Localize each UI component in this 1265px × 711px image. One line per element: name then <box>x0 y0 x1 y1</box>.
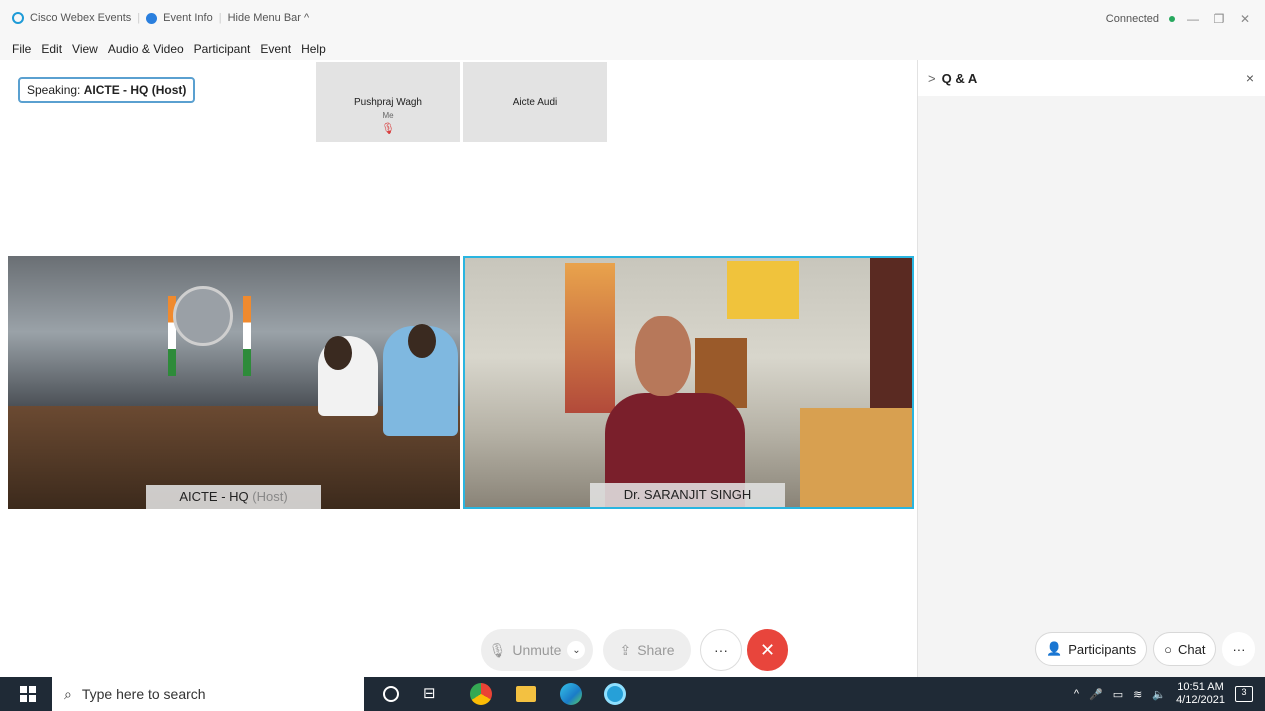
chrome-icon[interactable] <box>470 683 492 705</box>
webex-logo-icon <box>12 12 24 24</box>
menu-view[interactable]: View <box>72 42 98 56</box>
active-speaker-label: Speaking: AICTE - HQ (Host) <box>18 77 196 103</box>
thumbnail-me-label: Me <box>382 111 394 120</box>
participants-button[interactable]: 👤 Participants <box>1035 632 1148 666</box>
file-explorer-icon[interactable] <box>516 686 536 702</box>
show-hidden-icons-icon[interactable]: ^ <box>1074 688 1079 700</box>
share-button[interactable]: ⇪ Share <box>603 629 691 671</box>
connection-status: Connected <box>1105 13 1159 25</box>
chevron-down-icon[interactable]: ⌄ <box>567 641 586 659</box>
windows-taskbar: ⌕ Type here to search ⊟ ^ 🎤 ▭ ≋ 🔈 10:51 … <box>0 677 1265 711</box>
taskbar-search-input[interactable]: ⌕ Type here to search <box>52 677 364 711</box>
poster-image <box>727 261 799 319</box>
title-bar: Cisco Webex Events | Event Info | Hide M… <box>0 0 1265 38</box>
restore-button[interactable]: ❐ <box>1211 12 1227 26</box>
cortana-icon[interactable] <box>383 686 399 702</box>
participant-thumbnail[interactable]: Pushpraj Wagh Me 🎙 <box>316 62 460 142</box>
volume-icon[interactable]: 🔈 <box>1152 688 1166 701</box>
video-name-tag: Dr. SARANJIT SINGH <box>590 483 785 507</box>
qa-panel-title: Q & A <box>941 70 978 86</box>
qa-panel-header: > Q & A × <box>918 60 1265 96</box>
expand-chevron-icon[interactable]: > <box>928 71 936 86</box>
notification-center-icon[interactable]: 3 <box>1235 686 1253 702</box>
more-panels-button[interactable]: ··· <box>1222 632 1256 666</box>
thumbnail-name: Pushpraj Wagh <box>354 97 422 108</box>
menu-file[interactable]: File <box>12 42 31 56</box>
close-panel-button[interactable]: × <box>1246 70 1254 86</box>
webex-taskbar-icon[interactable] <box>604 683 626 705</box>
participants-icon: 👤 <box>1046 641 1063 656</box>
thumbnail-name: Aicte Audi <box>512 97 558 108</box>
minimize-button[interactable]: — <box>1185 12 1201 26</box>
qa-panel: > Q & A × <box>917 60 1265 677</box>
chat-icon: ○ <box>1164 641 1172 657</box>
menu-event[interactable]: Event <box>260 42 291 56</box>
microphone-tray-icon[interactable]: 🎤 <box>1089 688 1103 701</box>
video-tile-saranjit-singh[interactable]: Dr. SARANJIT SINGH <box>463 256 914 509</box>
panel-controls: 👤 Participants ○ Chat ··· <box>1035 632 1256 666</box>
flag-image <box>243 296 251 376</box>
system-tray: ^ 🎤 ▭ ≋ 🔈 10:51 AM 4/12/2021 3 <box>1074 677 1253 711</box>
unmute-button[interactable]: 🎙 Unmute ⌄ <box>481 629 593 671</box>
emblem-image <box>173 286 233 346</box>
start-button-icon[interactable] <box>20 686 36 702</box>
video-name-tag: AICTE - HQ (Host) <box>146 485 321 509</box>
event-info-link[interactable]: Event Info <box>163 12 213 24</box>
active-speaker-name: AICTE - HQ (Host) <box>83 83 187 97</box>
mic-off-icon: 🎙 <box>488 641 507 658</box>
event-info-icon[interactable] <box>146 12 158 24</box>
edge-icon[interactable] <box>560 683 582 705</box>
participant-thumbnail[interactable]: Aicte Audi <box>463 62 607 142</box>
taskbar-clock[interactable]: 10:51 AM 4/12/2021 <box>1176 681 1225 707</box>
menu-help[interactable]: Help <box>301 42 326 56</box>
more-options-button[interactable]: ··· <box>700 629 742 671</box>
connected-dot-icon <box>1169 16 1175 22</box>
menu-audio-video[interactable]: Audio & Video <box>108 42 184 56</box>
share-icon: ⇪ <box>619 641 632 658</box>
hide-menu-bar-button[interactable]: Hide Menu Bar ^ <box>228 12 310 24</box>
app-title: Cisco Webex Events <box>30 12 132 24</box>
wifi-icon[interactable]: ≋ <box>1133 688 1142 701</box>
search-icon: ⌕ <box>64 685 72 702</box>
menu-edit[interactable]: Edit <box>41 42 62 56</box>
chat-button[interactable]: ○ Chat <box>1153 632 1217 666</box>
menu-bar: File Edit View Audio & Video Participant… <box>0 38 1265 60</box>
shelf-image <box>800 408 912 507</box>
leave-meeting-button[interactable]: ✕ <box>747 629 788 671</box>
menu-participant[interactable]: Participant <box>194 42 251 56</box>
poster-image <box>565 263 615 413</box>
meeting-controls: 🎙 Unmute ⌄ ⇪ Share ··· ✕ <box>0 625 917 675</box>
video-tile-aicte-hq[interactable]: AICTE - HQ (Host) <box>8 256 460 509</box>
close-window-button[interactable]: ✕ <box>1237 12 1253 26</box>
muted-mic-icon: 🎙 <box>381 123 395 135</box>
battery-icon[interactable]: ▭ <box>1113 688 1123 701</box>
meeting-stage: Speaking: AICTE - HQ (Host) Pushpraj Wag… <box>0 60 917 677</box>
task-view-icon[interactable]: ⊟ <box>423 684 445 706</box>
